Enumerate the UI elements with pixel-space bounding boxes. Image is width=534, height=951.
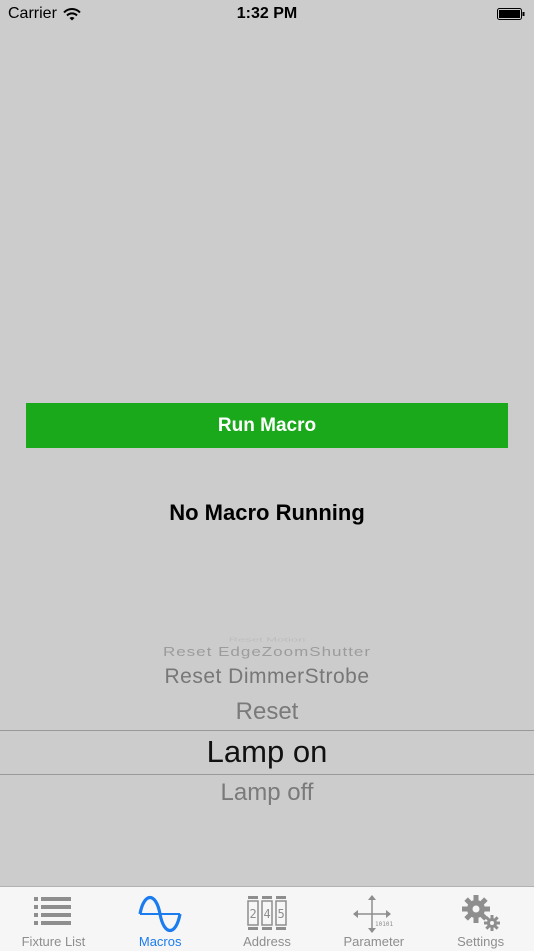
picker-selection-bottom-line <box>0 774 534 775</box>
move-arrows-icon: 10101 <box>352 895 393 933</box>
tab-label: Address <box>243 934 291 949</box>
picker-selection-top-line <box>0 730 534 731</box>
picker-item[interactable]: Lamp off <box>0 779 534 807</box>
run-macro-button[interactable]: Run Macro <box>26 403 508 448</box>
tab-settings[interactable]: Settings <box>427 887 534 951</box>
picker-item[interactable]: Reset EdgeZoomShutter <box>0 645 534 660</box>
dip-switch-icon: 245 <box>247 896 287 930</box>
svg-text:4: 4 <box>263 907 270 921</box>
sine-wave-icon <box>138 895 182 933</box>
status-bar: Carrier 1:32 PM <box>0 0 534 30</box>
battery-icon <box>497 8 525 20</box>
macro-picker[interactable]: Reset Motion Reset EdgeZoomShutter Reset… <box>0 630 534 810</box>
tab-parameter[interactable]: 10101 Parameter <box>320 887 427 951</box>
tab-label: Settings <box>457 934 505 949</box>
list-icon <box>34 897 72 925</box>
svg-text:2: 2 <box>249 907 256 921</box>
macro-status-text: No Macro Running <box>169 500 365 525</box>
tab-address[interactable]: 245 Address <box>214 887 321 951</box>
tab-label: Parameter <box>343 934 405 949</box>
svg-text:10101: 10101 <box>375 921 393 928</box>
clock: 1:32 PM <box>236 5 298 22</box>
picker-item[interactable]: Reset <box>0 698 534 726</box>
tab-label: Fixture List <box>21 934 86 949</box>
picker-item[interactable]: Reset Motion <box>0 636 534 643</box>
gear-icon <box>461 895 500 931</box>
tab-fixture-list[interactable]: Fixture List <box>0 887 107 951</box>
picker-item-selected[interactable]: Lamp on <box>0 734 534 770</box>
tab-bar: Fixture List Macros 245 Address 10101 Pa… <box>0 886 534 951</box>
svg-text:5: 5 <box>277 907 284 921</box>
picker-item[interactable]: Reset DimmerStrobe <box>0 665 534 689</box>
tab-label: Macros <box>138 934 182 949</box>
tab-macros[interactable]: Macros <box>107 887 214 951</box>
